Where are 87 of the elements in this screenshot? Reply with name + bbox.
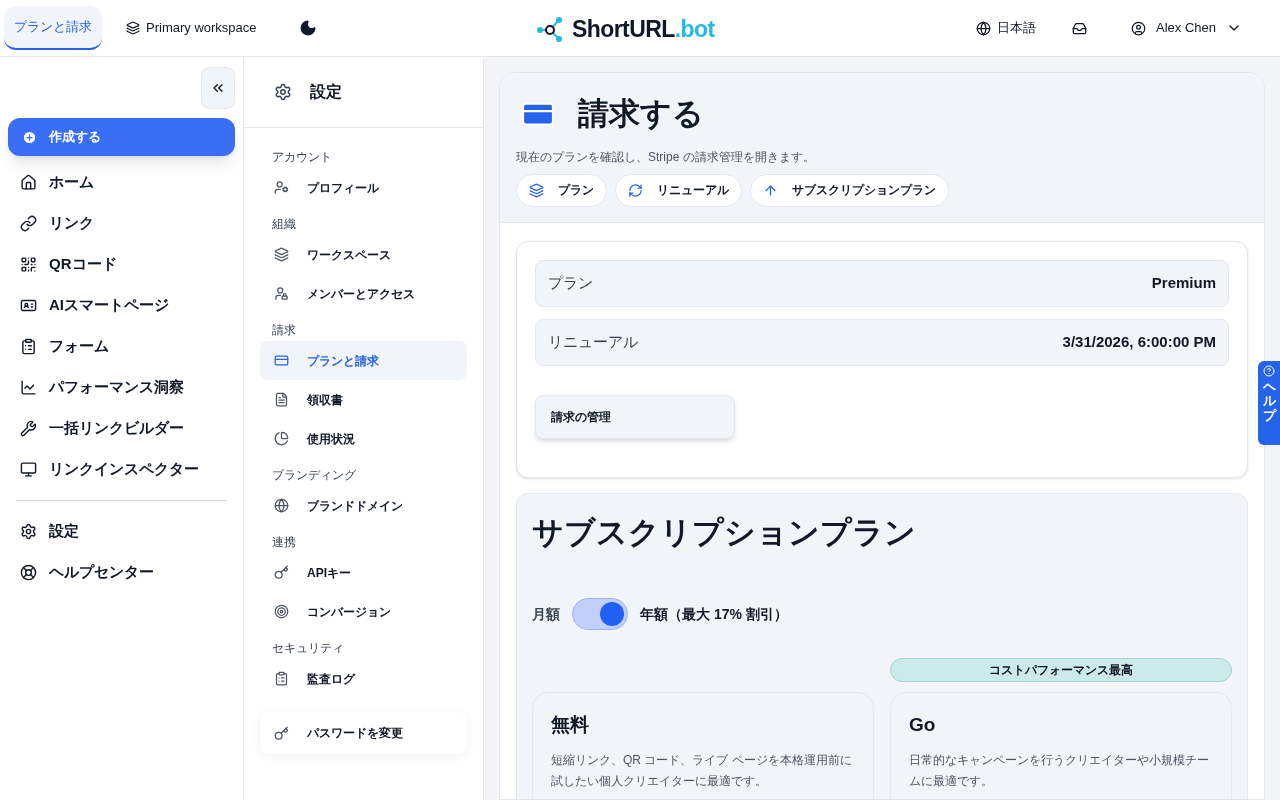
layers-icon <box>529 182 544 198</box>
detail-label: プラン <box>548 272 593 293</box>
key-icon <box>274 565 289 580</box>
sidebar-item[interactable]: QRコード <box>8 244 235 285</box>
section-heading: 連携 <box>271 534 297 551</box>
section-heading: 組織 <box>271 216 297 233</box>
monitor-icon <box>20 461 37 478</box>
sidebar-item[interactable]: リンクインスペクター <box>8 449 235 490</box>
layers-icon <box>274 247 289 262</box>
plan-description: 日常的なキャンペーンを行うクリエイターや小規模チームに最適です。 <box>909 751 1210 790</box>
plan-name: Go <box>909 713 937 737</box>
logo-icon <box>536 15 564 44</box>
manage-billing-button[interactable]: 請求の管理 <box>535 394 735 439</box>
layers-icon <box>126 21 140 35</box>
plan-badge: コストパフォーマンス最高 <box>890 658 1232 682</box>
plan-name: 無料 <box>551 713 590 737</box>
user-gear-icon <box>274 180 289 195</box>
user-menu-button[interactable]: Alex Chen <box>1131 18 1242 38</box>
header-tab[interactable]: Primary workspace <box>110 6 273 50</box>
section-heading: ブランディング <box>271 467 357 484</box>
sidebar-item[interactable]: ヘルプセンター <box>8 552 235 593</box>
create-button[interactable]: 作成する <box>8 118 235 156</box>
pie-chart-icon <box>274 431 289 446</box>
collapse-button[interactable] <box>201 67 235 109</box>
globe-icon <box>274 498 289 513</box>
wrench-icon <box>20 420 37 437</box>
detail-label: リニューアル <box>548 331 638 352</box>
plus-icon <box>22 129 37 145</box>
settings-nav-item[interactable]: コンバージョン <box>260 592 467 631</box>
billing-period-toggle[interactable] <box>572 598 628 630</box>
settings-nav-item[interactable]: プロフィール <box>260 168 467 207</box>
globe-icon <box>976 20 991 36</box>
header-tab[interactable]: プランと請求 <box>4 6 102 50</box>
settings-nav-item[interactable]: 使用状況 <box>260 419 467 458</box>
settings-nav-item[interactable]: プランと請求 <box>260 341 467 380</box>
settings-nav-item[interactable]: APIキー <box>260 553 467 592</box>
line-chart-icon <box>20 379 37 396</box>
sidebar-item[interactable]: パフォーマンス洞察 <box>8 367 235 408</box>
target-icon <box>274 604 289 619</box>
home-icon <box>20 174 37 191</box>
sidebar-item[interactable]: リンク <box>8 203 235 244</box>
inbox-icon <box>1072 20 1087 36</box>
key-icon <box>274 725 289 741</box>
settings-title: 設定 <box>310 82 342 102</box>
plan-description: 短縮リンク、QR コード、ライブ ページを本格運用前に試したい個人クリエイターに最適です。 <box>551 751 853 790</box>
settings-icon <box>274 83 292 101</box>
sidebar-item[interactable]: フォーム <box>8 326 235 367</box>
sidebar-item[interactable]: AIスマートページ <box>8 285 235 326</box>
clipboard-icon <box>20 338 37 355</box>
section-heading: 請求 <box>271 322 297 339</box>
language-button[interactable]: 日本語 <box>976 18 1036 38</box>
qr-code-icon <box>20 256 37 273</box>
change-password-button[interactable]: パスワードを変更 <box>260 712 467 754</box>
sidebar-item[interactable]: 一括リンクビルダー <box>8 408 235 449</box>
settings-nav-item[interactable]: ワークスペース <box>260 235 467 274</box>
settings-nav-item[interactable]: メンバーとアクセス <box>260 274 467 313</box>
annual-label: 年額（最大 17% 割引） <box>640 604 788 624</box>
section-link[interactable]: プラン <box>516 173 607 207</box>
moon-icon <box>298 19 317 37</box>
section-link[interactable]: サブスクリプションプラン <box>750 173 949 207</box>
plans-title: サブスクリプションプラン <box>532 513 917 552</box>
credit-card-icon <box>274 353 289 368</box>
settings-nav-item[interactable]: ブランドドメイン <box>260 486 467 525</box>
sidebar-item[interactable]: 設定 <box>8 511 235 552</box>
detail-value: Premium <box>1151 272 1216 293</box>
help-icon <box>1263 365 1275 377</box>
section-heading: アカウント <box>271 149 333 166</box>
settings-icon <box>20 523 37 540</box>
user-icon <box>1131 20 1146 36</box>
lifebuoy-icon <box>20 564 37 581</box>
id-card-icon <box>20 297 37 314</box>
detail-value: 3/31/2026, 6:00:00 PM <box>1062 331 1216 352</box>
page-subtitle: 現在のプランを確認し、Stripe の請求管理を開きます。 <box>516 148 816 166</box>
settings-nav-item[interactable]: 領収書 <box>260 380 467 419</box>
sidebar-item[interactable]: ホーム <box>8 162 235 203</box>
help-tab[interactable]: ヘルプ <box>1258 361 1280 445</box>
monthly-label: 月額 <box>532 604 560 624</box>
link-icon <box>20 215 37 232</box>
page-title: 請求する <box>578 95 704 133</box>
section-link[interactable]: リニューアル <box>615 173 742 207</box>
refresh-icon <box>628 182 643 198</box>
settings-nav-item[interactable]: 監査ログ <box>260 659 467 698</box>
logo-text: ShortURL.bot <box>572 15 715 44</box>
section-heading: セキュリティ <box>271 640 345 657</box>
clipboard-icon <box>274 671 289 686</box>
document-icon <box>274 392 289 407</box>
user-lock-icon <box>274 286 289 301</box>
